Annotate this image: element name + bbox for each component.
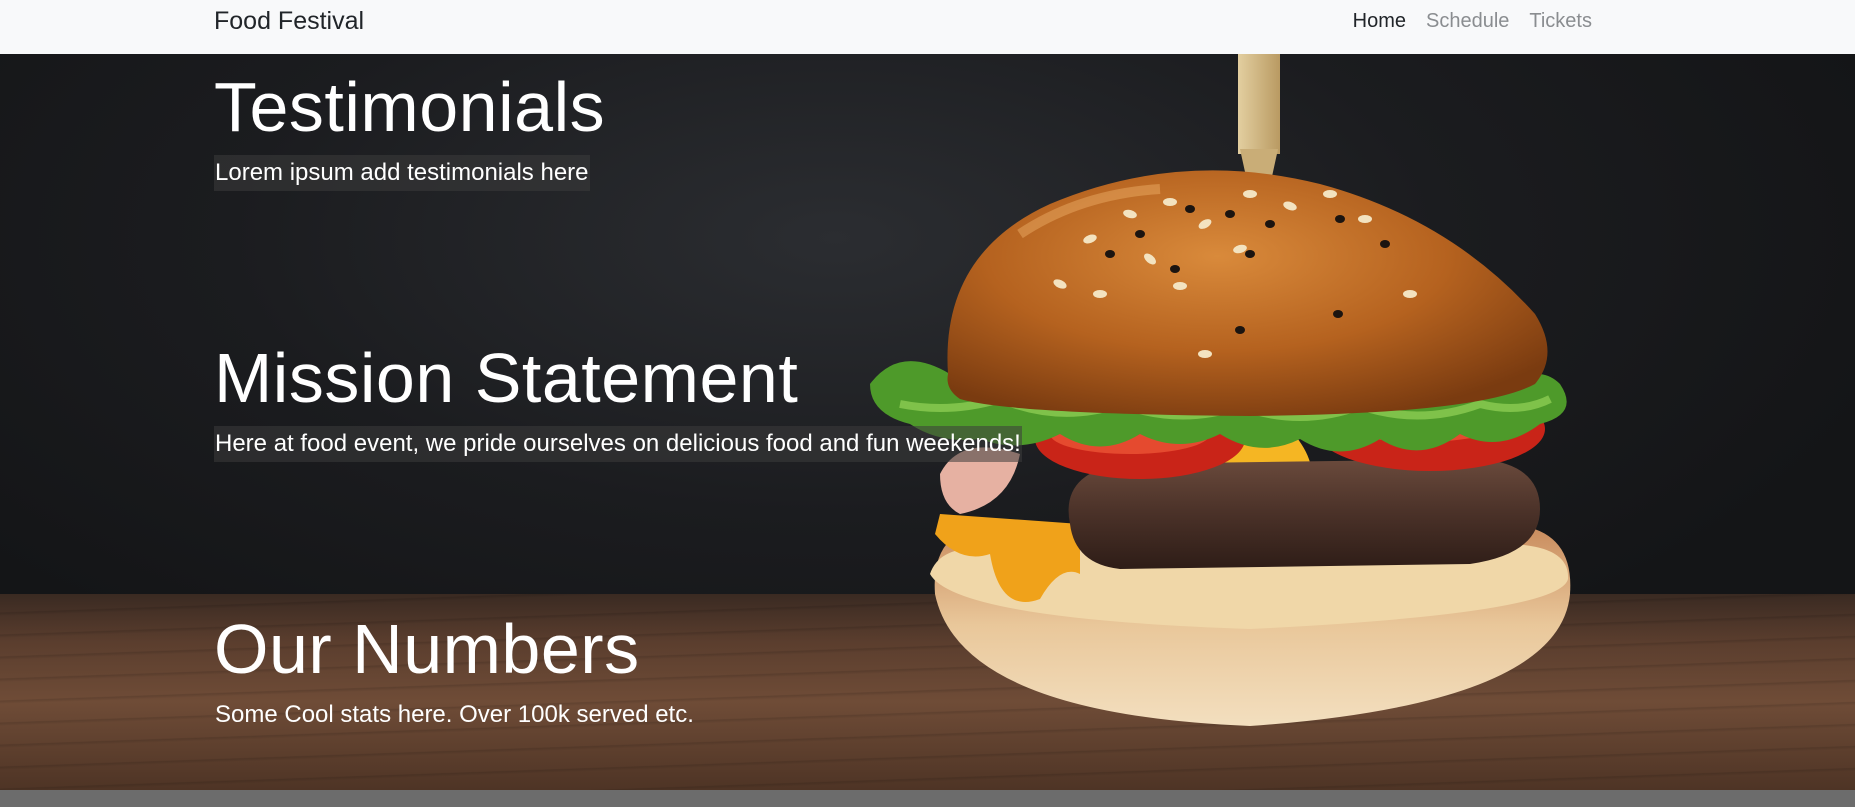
nav-links: Home Schedule Tickets <box>1353 9 1592 33</box>
hero-section: Testimonials Lorem ipsum add testimonial… <box>0 54 1855 790</box>
mission-statement-heading: Mission Statement <box>214 339 799 417</box>
nav-link-tickets[interactable]: Tickets <box>1529 9 1592 33</box>
nav-link-home[interactable]: Home <box>1353 9 1406 33</box>
mission-statement-section: Mission Statement Here at food event, we… <box>214 338 1022 462</box>
testimonials-text: Lorem ipsum add testimonials here <box>214 155 590 191</box>
our-numbers-text: Some Cool stats here. Over 100k served e… <box>215 701 694 728</box>
brand-link[interactable]: Food Festival <box>214 6 364 36</box>
nav-link-schedule[interactable]: Schedule <box>1426 9 1509 33</box>
testimonials-section: Testimonials Lorem ipsum add testimonial… <box>214 67 605 191</box>
our-numbers-heading: Our Numbers <box>214 610 640 688</box>
testimonials-heading: Testimonials <box>214 68 606 146</box>
our-numbers-section: Our Numbers Some Cool stats here. Over 1… <box>214 609 695 733</box>
mission-statement-text: Here at food event, we pride ourselves o… <box>214 426 1022 462</box>
navbar: Food Festival Home Schedule Tickets <box>0 0 1855 54</box>
footer-band <box>0 790 1855 807</box>
